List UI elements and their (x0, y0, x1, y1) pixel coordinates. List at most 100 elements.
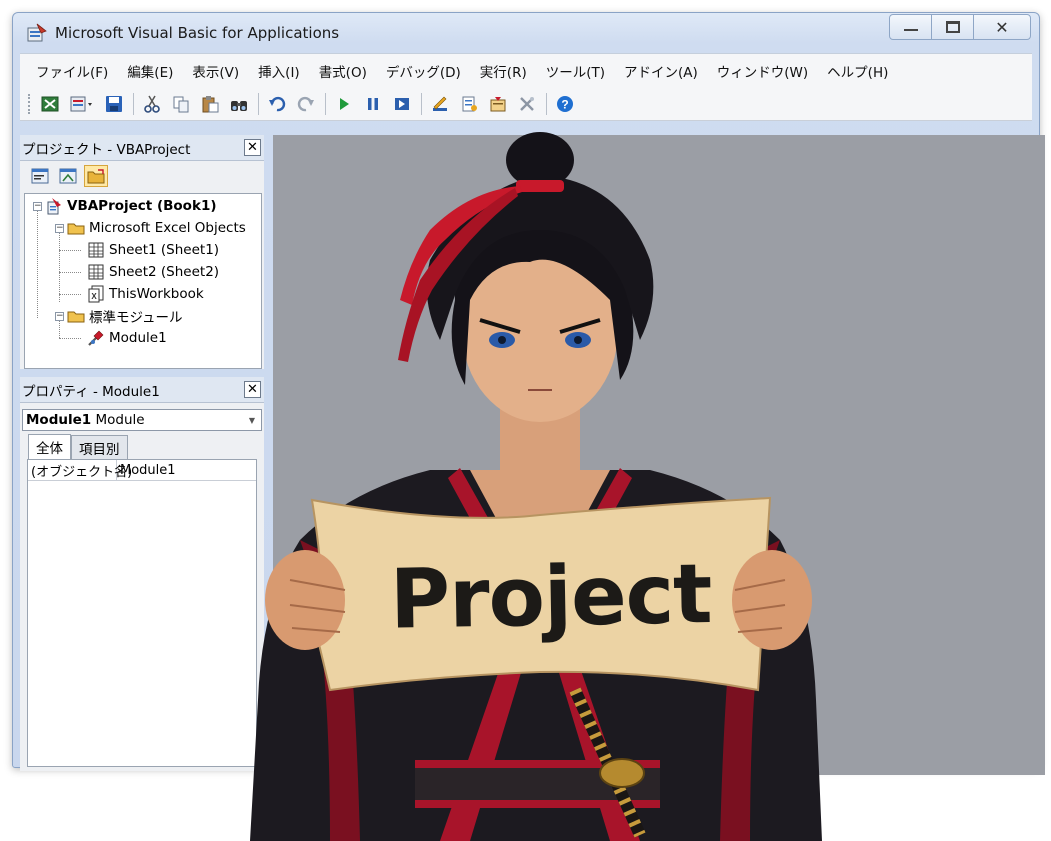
excel-view-icon[interactable] (38, 92, 62, 116)
properties-panel: プロパティ - Module1 ✕ Module1 Module ▼ 全体 項目… (20, 377, 264, 771)
project-tree: − VBAProject (Book1) − Microsoft Excel O… (24, 193, 262, 369)
properties-panel-header: プロパティ - Module1 ✕ (20, 377, 264, 403)
run-icon[interactable] (332, 92, 356, 116)
close-icon: ✕ (247, 140, 258, 155)
menu-addins[interactable]: アドイン(A) (624, 61, 698, 81)
tree-node-label: Module1 (109, 330, 167, 346)
vba-app-icon (26, 22, 48, 44)
tree-node-excel-objects[interactable]: Microsoft Excel Objects (67, 218, 246, 238)
menu-run[interactable]: 実行(R) (480, 61, 527, 81)
properties-panel-title: プロパティ - Module1 (22, 383, 160, 400)
view-object-icon[interactable] (56, 165, 80, 187)
break-icon[interactable] (361, 92, 385, 116)
undo-icon[interactable] (265, 92, 289, 116)
properties-tabs: 全体 項目別 (28, 434, 128, 459)
workbook-icon: X (87, 285, 105, 303)
properties-grid: (オブジェクト名) Module1 (27, 459, 257, 767)
tree-node-standard-modules[interactable]: 標準モジュール (67, 306, 183, 326)
collapse-toggle[interactable]: − (55, 312, 64, 321)
collapse-toggle[interactable]: − (55, 224, 64, 233)
tree-node-label: VBAProject (Book1) (67, 198, 217, 214)
close-button[interactable]: ✕ (973, 14, 1031, 40)
view-code-icon[interactable] (28, 165, 52, 187)
toolbar-grip[interactable] (28, 93, 32, 114)
object-type: Module (95, 412, 145, 428)
title-bar[interactable]: Microsoft Visual Basic for Applications … (13, 13, 1039, 51)
object-name: Module1 (26, 412, 92, 428)
toolbox-icon[interactable] (515, 92, 539, 116)
project-explorer-icon[interactable] (457, 92, 481, 116)
menu-edit[interactable]: 編集(E) (127, 61, 173, 81)
vbaproject-icon (45, 197, 63, 215)
maximize-icon (945, 21, 960, 33)
tree-node-sheet2[interactable]: Sheet2 (Sheet2) (87, 262, 219, 282)
copy-icon[interactable] (169, 92, 193, 116)
insert-module-icon[interactable] (67, 92, 97, 116)
menu-help[interactable]: ヘルプ(H) (827, 61, 888, 81)
tree-node-sheet1[interactable]: Sheet1 (Sheet1) (87, 240, 219, 260)
tab-categorized[interactable]: 項目別 (71, 435, 128, 459)
property-name: (オブジェクト名) (28, 460, 132, 480)
chevron-down-icon[interactable]: ▼ (245, 412, 259, 428)
vba-editor-window: Microsoft Visual Basic for Applications … (12, 12, 1045, 775)
project-toolbar (20, 161, 264, 191)
worksheet-icon (87, 263, 105, 281)
property-row[interactable]: (オブジェクト名) Module1 (28, 460, 256, 481)
tree-connector (37, 208, 38, 318)
properties-panel-close-button[interactable]: ✕ (244, 381, 261, 398)
toggle-folders-icon[interactable] (84, 165, 108, 187)
tree-connector (59, 229, 60, 302)
close-icon: ✕ (995, 17, 1009, 37)
properties-window-icon[interactable] (486, 92, 510, 116)
redo-icon[interactable] (294, 92, 318, 116)
property-value[interactable]: Module1 (117, 460, 176, 480)
sign-text: Project (389, 547, 713, 648)
menu-bar: ファイル(F) 編集(E) 表示(V) 挿入(I) 書式(O) デバッグ(D) … (20, 53, 1032, 87)
toolbar-separator (325, 92, 326, 115)
svg-text:X: X (91, 292, 97, 301)
close-icon: ✕ (247, 382, 258, 397)
svg-text:?: ? (561, 97, 568, 111)
tree-node-module1[interactable]: Module1 (87, 328, 167, 348)
project-panel-close-button[interactable]: ✕ (244, 139, 261, 156)
toolbar-separator (546, 92, 547, 115)
tree-node-vbaproject[interactable]: VBAProject (Book1) (45, 196, 217, 216)
project-panel-header: プロジェクト - VBAProject ✕ (20, 135, 264, 161)
collapse-toggle[interactable]: − (33, 202, 42, 211)
minimize-button[interactable] (889, 14, 932, 40)
folder-icon (67, 307, 85, 325)
object-dropdown[interactable]: Module1 Module ▼ (22, 409, 262, 431)
menu-tools[interactable]: ツール(T) (546, 61, 605, 81)
minimize-icon (903, 29, 918, 31)
tree-node-thisworkbook[interactable]: X ThisWorkbook (87, 284, 204, 304)
menu-insert[interactable]: 挿入(I) (258, 61, 300, 81)
project-explorer-panel: プロジェクト - VBAProject ✕ − VBAProject (Book… (20, 135, 264, 369)
paste-icon[interactable] (198, 92, 222, 116)
tree-node-label: ThisWorkbook (109, 286, 204, 302)
toolbar-separator (133, 92, 134, 115)
menu-window[interactable]: ウィンドウ(W) (717, 61, 808, 81)
maximize-button[interactable] (931, 14, 974, 40)
menu-file[interactable]: ファイル(F) (36, 61, 108, 81)
tree-connector (59, 272, 81, 273)
folder-icon (67, 219, 85, 237)
tree-node-label: Sheet1 (Sheet1) (109, 242, 220, 258)
menu-view[interactable]: 表示(V) (192, 61, 239, 81)
save-icon[interactable] (102, 92, 126, 116)
standard-toolbar: ? (20, 87, 1032, 121)
design-mode-icon[interactable] (428, 92, 452, 116)
tree-connector (59, 250, 81, 251)
tab-alphabetic[interactable]: 全体 (28, 434, 71, 459)
find-icon[interactable] (227, 92, 251, 116)
toolbar-separator (421, 92, 422, 115)
menu-debug[interactable]: デバッグ(D) (386, 61, 461, 81)
reset-icon[interactable] (390, 92, 414, 116)
menu-format[interactable]: 書式(O) (319, 61, 367, 81)
help-icon[interactable]: ? (553, 92, 577, 116)
tree-node-label: Microsoft Excel Objects (89, 220, 246, 236)
module-icon (87, 329, 105, 347)
tree-node-label: Sheet2 (Sheet2) (109, 264, 220, 280)
code-window-area (273, 135, 1045, 775)
cut-icon[interactable] (140, 92, 164, 116)
toolbar-separator (258, 92, 259, 115)
